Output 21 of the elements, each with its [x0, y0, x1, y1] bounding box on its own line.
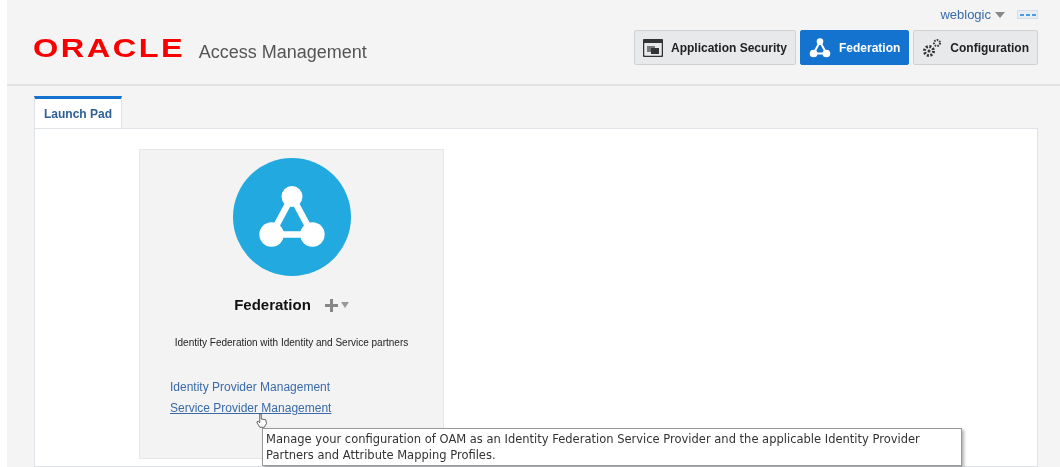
link[interactable]: Service Provider Management [170, 398, 332, 417]
windows-icon [642, 38, 663, 57]
tooltip: Manage your configuration of OAM as an Identity Federation Service Provider and the applicable Identity Provider Partners and Attribute Mapping Profiles. [262, 428, 962, 466]
add-menu-button[interactable] [324, 298, 349, 312]
plus-icon [324, 298, 338, 312]
hand-cursor-icon [256, 413, 268, 428]
logo: ORACLE [33, 34, 186, 61]
card-description: Identity Federation with Identity and Service partners [174, 335, 409, 350]
caret-icon [995, 10, 1005, 19]
product-title: Access Management [198, 42, 367, 61]
tab[interactable]: Launch Pad [34, 96, 122, 128]
nav-button[interactable]: Application Security [633, 30, 796, 65]
network-icon [809, 36, 831, 59]
card-title: Federation [234, 295, 311, 315]
nav-button[interactable]: Configuration [913, 30, 1038, 65]
caret-icon [340, 302, 349, 309]
more-button[interactable] [1017, 10, 1038, 19]
nav-button[interactable]: Federation [800, 30, 910, 65]
user-menu[interactable]: weblogic [940, 4, 1005, 25]
gears-icon [922, 37, 943, 58]
link[interactable]: Identity Provider Management [170, 377, 332, 396]
